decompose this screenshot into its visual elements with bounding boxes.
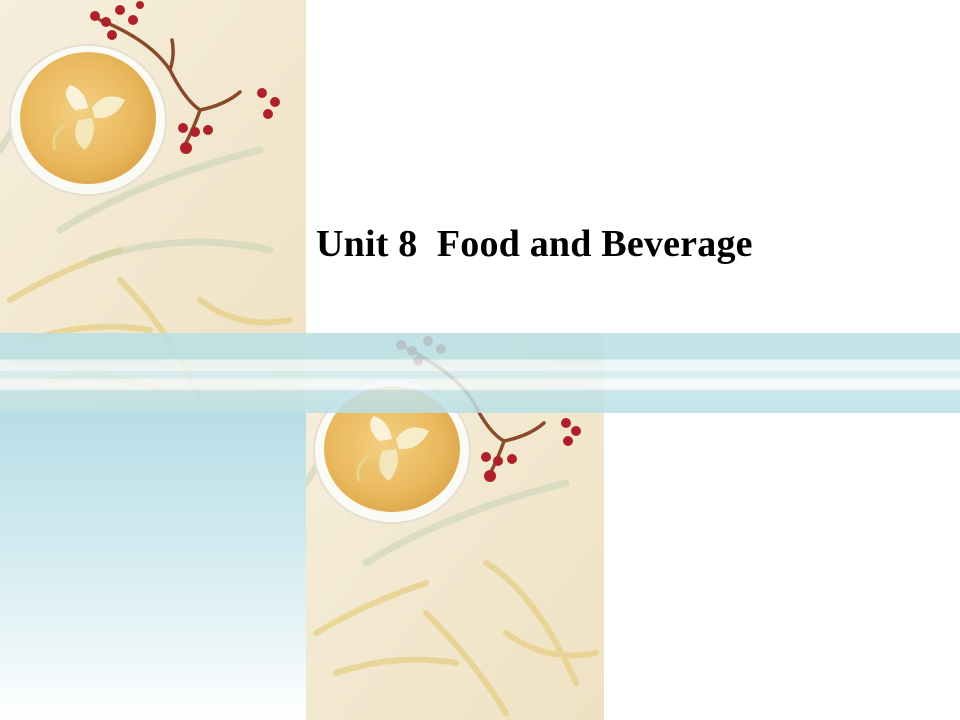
decor-horizontal-band xyxy=(0,333,960,413)
slide-title: Unit 8 Food and Beverage xyxy=(316,223,753,265)
decor-gradient-panel xyxy=(0,412,306,720)
